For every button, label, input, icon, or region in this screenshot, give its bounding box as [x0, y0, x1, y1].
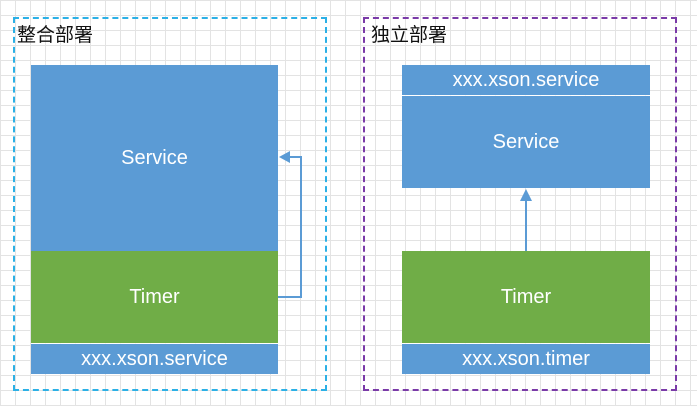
integrated-timer-to-service-arrow	[278, 156, 302, 298]
integrated-arrowhead	[279, 151, 290, 163]
standalone-arrowhead	[520, 189, 532, 201]
connector-arrows	[278, 151, 532, 298]
